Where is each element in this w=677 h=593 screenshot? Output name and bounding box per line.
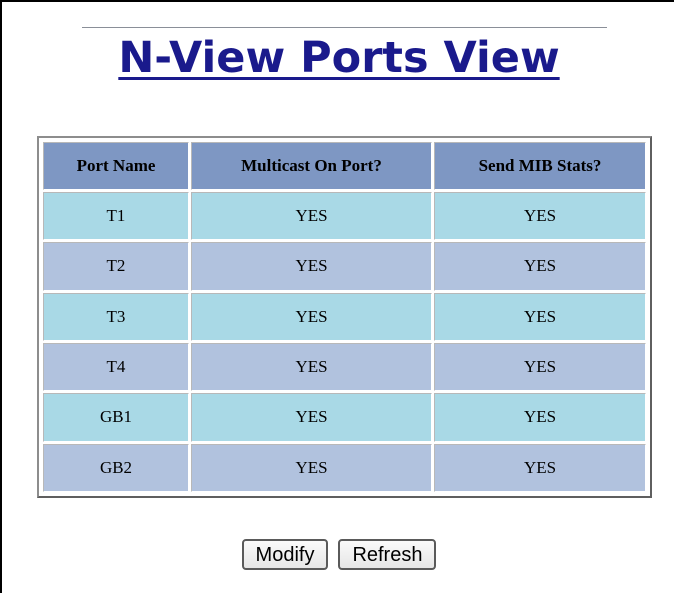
port-name-cell: T3 [43, 292, 189, 341]
modify-button[interactable]: Modify [241, 539, 329, 570]
multicast-cell: YES [191, 443, 432, 492]
column-header-port-name: Port Name [43, 142, 189, 190]
column-header-send-mib-stats: Send MIB Stats? [434, 142, 646, 190]
mib-stats-cell: YES [434, 192, 646, 241]
column-header-multicast: Multicast On Port? [191, 142, 432, 190]
page-frame: N-View Ports View Port Name Multicast On… [0, 0, 674, 593]
port-name-cell: T1 [43, 192, 189, 241]
page-title: N-View Ports View [118, 33, 560, 83]
multicast-cell: YES [191, 242, 432, 291]
table-row: T2 YES YES [43, 242, 646, 291]
table-row: T3 YES YES [43, 292, 646, 341]
port-name-cell: T2 [43, 242, 189, 291]
multicast-cell: YES [191, 292, 432, 341]
ports-table-container: Port Name Multicast On Port? Send MIB St… [37, 136, 652, 498]
ports-table: Port Name Multicast On Port? Send MIB St… [41, 140, 648, 494]
table-row: GB2 YES YES [43, 443, 646, 492]
refresh-button[interactable]: Refresh [338, 539, 437, 570]
mib-stats-cell: YES [434, 443, 646, 492]
table-header-row: Port Name Multicast On Port? Send MIB St… [43, 142, 646, 190]
table-row: T1 YES YES [43, 192, 646, 241]
mib-stats-cell: YES [434, 292, 646, 341]
port-name-cell: T4 [43, 342, 189, 392]
mib-stats-cell: YES [434, 342, 646, 392]
mib-stats-cell: YES [434, 242, 646, 291]
port-name-cell: GB1 [43, 393, 189, 442]
mib-stats-cell: YES [434, 393, 646, 442]
button-bar: Modify Refresh [2, 539, 676, 570]
table-row: T4 YES YES [43, 342, 646, 392]
title-rule [82, 27, 607, 28]
table-row: GB1 YES YES [43, 393, 646, 442]
multicast-cell: YES [191, 342, 432, 392]
title-area: N-View Ports View [2, 2, 676, 102]
multicast-cell: YES [191, 192, 432, 241]
multicast-cell: YES [191, 393, 432, 442]
port-name-cell: GB2 [43, 443, 189, 492]
